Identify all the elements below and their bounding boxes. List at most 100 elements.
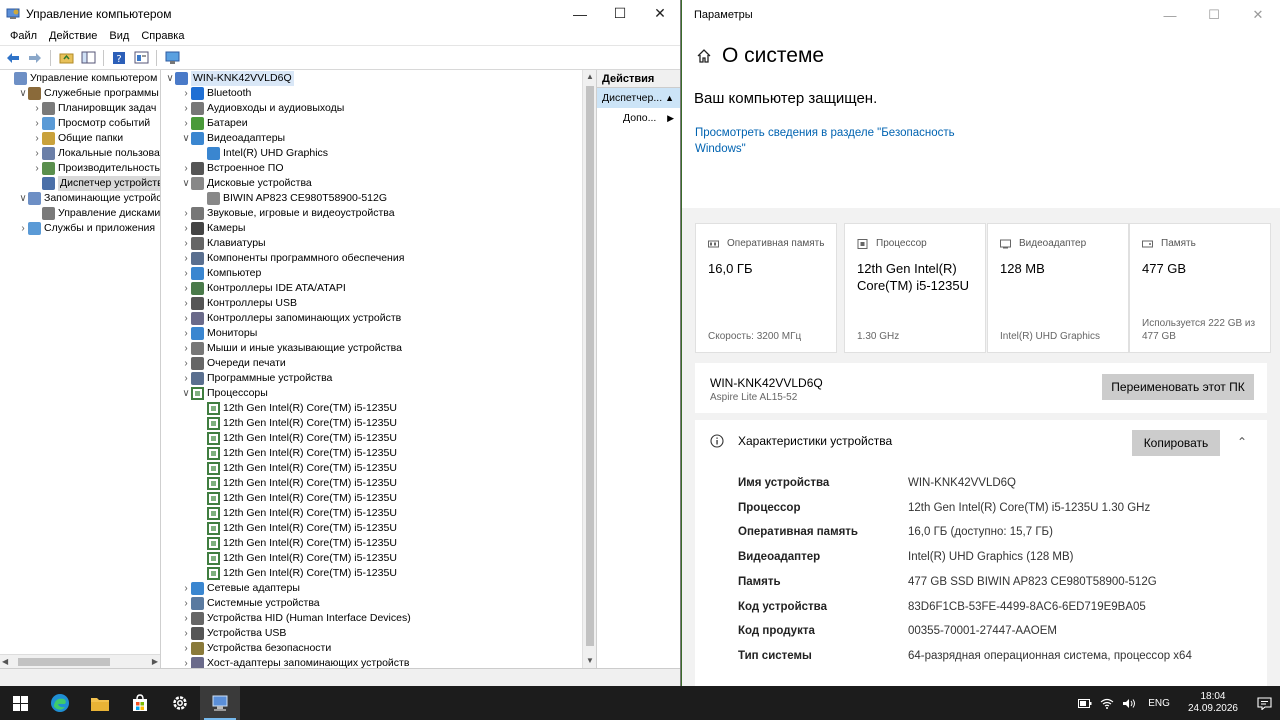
device-category[interactable]: ∨ Процессоры [161,386,596,401]
device-category[interactable]: › Устройства USB [161,626,596,641]
device-item[interactable]: 12th Gen Intel(R) Core(TM) i5-1235U [161,416,596,431]
collapsed-chevron-icon[interactable]: › [32,116,42,131]
taskbar-explorer[interactable] [80,686,120,720]
help-icon[interactable]: ? [110,49,128,67]
rename-pc-button[interactable]: Переименовать этот ПК [1102,374,1254,400]
collapsed-chevron-icon[interactable]: › [181,626,191,641]
device-category[interactable]: › Встроенное ПО [161,161,596,176]
notifications-icon[interactable] [1248,696,1280,710]
start-button[interactable] [0,686,40,720]
close-button[interactable]: ✕ [1236,0,1280,30]
clock[interactable]: 18:04 24.09.2026 [1178,691,1248,715]
collapsed-chevron-icon[interactable]: › [181,281,191,296]
device-item[interactable]: 12th Gen Intel(R) Core(TM) i5-1235U [161,431,596,446]
collapsed-chevron-icon[interactable]: › [181,581,191,596]
copy-button[interactable]: Копировать [1132,430,1220,456]
tree-item[interactable]: › Планировщик задач [0,101,160,116]
menu-help[interactable]: Справка [135,30,190,42]
device-category[interactable]: › Аудиовходы и аудиовыходы [161,101,596,116]
device-item[interactable]: 12th Gen Intel(R) Core(TM) i5-1235U [161,491,596,506]
expanded-chevron-icon[interactable]: ∨ [18,191,28,206]
device-category[interactable]: › Системные устройства [161,596,596,611]
menu-view[interactable]: Вид [103,30,135,42]
device-category[interactable]: ∨ Дисковые устройства [161,176,596,191]
device-category[interactable]: › Программные устройства [161,371,596,386]
device-category[interactable]: › Устройства HID (Human Interface Devices… [161,611,596,626]
up-folder-icon[interactable] [57,49,75,67]
console-tree-icon[interactable] [79,49,97,67]
device-category[interactable]: › Мыши и иные указывающие устройства [161,341,596,356]
device-category[interactable]: ∨ Видеоадаптеры [161,131,596,146]
collapsed-chevron-icon[interactable]: › [181,341,191,356]
collapsed-chevron-icon[interactable]: › [32,131,42,146]
collapsed-chevron-icon[interactable]: › [181,326,191,341]
tree-item[interactable]: ∨ Служебные программы [0,86,160,101]
tree-item[interactable]: Диспетчер устройств [0,176,160,191]
collapsed-chevron-icon[interactable]: › [181,656,191,668]
collapsed-chevron-icon[interactable]: › [181,266,191,281]
device-item[interactable]: 12th Gen Intel(R) Core(TM) i5-1235U [161,461,596,476]
device-category[interactable]: › Контроллеры запоминающих устройств [161,311,596,326]
collapsed-chevron-icon[interactable]: › [181,221,191,236]
device-category[interactable]: › Контроллеры IDE ATA/ATAPI [161,281,596,296]
maximize-button[interactable]: ☐ [600,0,640,27]
device-category[interactable]: › Очереди печати [161,356,596,371]
device-item[interactable]: 12th Gen Intel(R) Core(TM) i5-1235U [161,536,596,551]
cm-titlebar[interactable]: Управление компьютером — ☐ ✕ [0,0,680,27]
chevron-up-icon[interactable]: ⌃ [1237,435,1247,449]
properties-icon[interactable] [132,49,150,67]
device-category[interactable]: › Звуковые, игровые и видеоустройства [161,206,596,221]
device-item[interactable]: BIWIN AP823 CE980T58900-512G [161,191,596,206]
collapse-up-icon[interactable]: ▲ [665,88,674,108]
expanded-chevron-icon[interactable]: ∨ [181,176,191,191]
collapsed-chevron-icon[interactable]: › [32,101,42,116]
device-root[interactable]: ∨ WIN-KNK42VVLD6Q [161,71,596,86]
maximize-button[interactable]: ☐ [1192,0,1236,30]
device-category[interactable]: › Устройства безопасности [161,641,596,656]
device-category[interactable]: › Компьютер [161,266,596,281]
settings-titlebar[interactable]: Параметры — ☐ ✕ [682,0,1280,30]
close-button[interactable]: ✕ [640,0,680,27]
collapsed-chevron-icon[interactable]: › [181,371,191,386]
expanded-chevron-icon[interactable]: ∨ [181,131,191,146]
tree-item[interactable]: › Производительность [0,161,160,176]
taskbar-edge[interactable] [40,686,80,720]
devices-vertical-scrollbar[interactable]: ▲ ▼ [582,70,596,668]
device-category[interactable]: › Сетевые адаптеры [161,581,596,596]
tree-item[interactable]: › Просмотр событий [0,116,160,131]
device-item[interactable]: 12th Gen Intel(R) Core(TM) i5-1235U [161,566,596,581]
tree-item[interactable]: › Общие папки [0,131,160,146]
tree-item[interactable]: ∨ Запоминающие устройств [0,191,160,206]
monitor-icon[interactable] [163,49,181,67]
menu-file[interactable]: Файл [4,30,43,42]
tree-item[interactable]: › Службы и приложения [0,221,160,236]
menu-action[interactable]: Действие [43,30,103,42]
device-item[interactable]: 12th Gen Intel(R) Core(TM) i5-1235U [161,521,596,536]
tree-item[interactable]: › Локальные пользовате [0,146,160,161]
device-item[interactable]: 12th Gen Intel(R) Core(TM) i5-1235U [161,551,596,566]
wifi-icon[interactable] [1096,698,1118,709]
taskbar-settings[interactable] [160,686,200,720]
collapsed-chevron-icon[interactable]: › [32,161,42,176]
volume-icon[interactable] [1118,698,1140,709]
device-category[interactable]: › Мониторы [161,326,596,341]
device-item[interactable]: 12th Gen Intel(R) Core(TM) i5-1235U [161,401,596,416]
expanded-chevron-icon[interactable]: ∨ [18,86,28,101]
taskbar-computer-management[interactable] [200,686,240,720]
collapsed-chevron-icon[interactable]: › [181,236,191,251]
minimize-button[interactable]: — [560,0,600,27]
taskbar-store[interactable] [120,686,160,720]
minimize-button[interactable]: — [1148,0,1192,30]
action-device-manager[interactable]: Диспетчер... ▲ [597,88,680,108]
collapsed-chevron-icon[interactable]: › [181,161,191,176]
collapsed-chevron-icon[interactable]: › [181,311,191,326]
collapsed-chevron-icon[interactable]: › [32,146,42,161]
back-arrow-icon[interactable] [4,49,22,67]
action-more[interactable]: Допо... ▶ [597,108,680,128]
collapsed-chevron-icon[interactable]: › [181,356,191,371]
collapsed-chevron-icon[interactable]: › [181,206,191,221]
security-link[interactable]: Просмотреть сведения в разделе "Безопасн… [695,125,975,157]
device-item[interactable]: 12th Gen Intel(R) Core(TM) i5-1235U [161,506,596,521]
device-category[interactable]: › Компоненты программного обеспечения [161,251,596,266]
collapsed-chevron-icon[interactable]: › [18,221,28,236]
